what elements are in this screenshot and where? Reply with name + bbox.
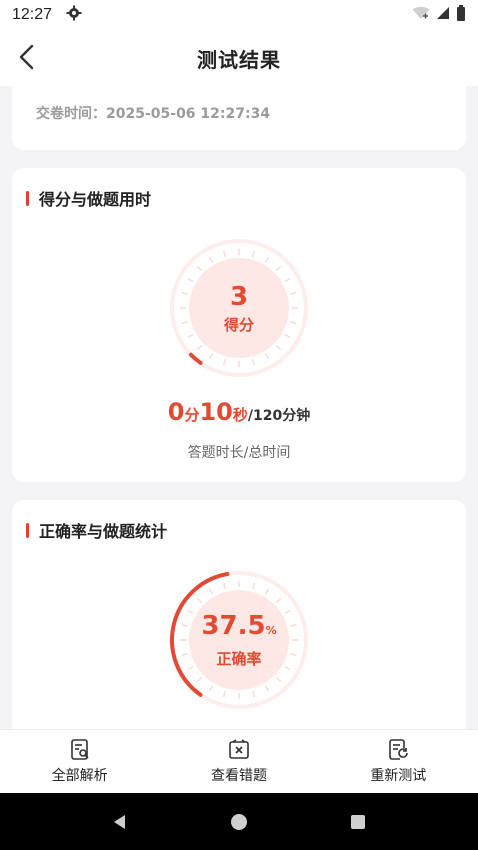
gauge-tick [187, 609, 194, 615]
gauge-tick [275, 597, 282, 604]
accuracy-card: 正确率与做题统计 37.5% 正确率 [12, 500, 466, 740]
score-gauge-center: 3 得分 [189, 258, 289, 358]
gauge-tick [208, 588, 214, 595]
status-icons [412, 5, 466, 25]
nav-back-triangle-icon [113, 814, 125, 829]
gauge-tick [181, 320, 189, 324]
gauge-tick [284, 333, 291, 339]
duration-readout: 0分10秒/120分钟 [12, 398, 466, 426]
duration-total: /120分钟 [247, 408, 311, 424]
accuracy-label: 正确率 [216, 650, 262, 668]
wrong-questions-icon [229, 739, 249, 759]
section-accent-bar [26, 190, 29, 206]
gauge-tick [289, 624, 297, 628]
gauge-tick [223, 358, 227, 366]
gauge-tick [284, 277, 291, 283]
gauge-tick [187, 333, 194, 339]
all-analysis-label: 全部解析 [51, 768, 108, 784]
gauge-tick [196, 676, 203, 683]
gauge-tick [289, 652, 297, 656]
page-title: 测试结果 [197, 47, 281, 72]
screen: 12:27 测试结果 交卷时间：2025-05-06 12:27:34 得分与做… [0, 0, 478, 850]
status-time: 12:27 [12, 6, 53, 23]
nav-home-button[interactable] [219, 802, 259, 842]
gauge-tick [187, 665, 194, 671]
bottom-action-bar: 全部解析 查看错题 重新测试 [0, 729, 478, 793]
duration-label: 答题时长/总时间 [187, 445, 291, 461]
gauge-tick [275, 676, 282, 683]
battery-icon [456, 5, 466, 25]
accuracy-section-title-text: 正确率与做题统计 [39, 522, 168, 541]
gauge-tick [208, 685, 214, 692]
view-wrong-questions-button[interactable]: 查看错题 [159, 730, 318, 793]
gauge-tick [275, 265, 282, 272]
chevron-left-icon [19, 44, 34, 70]
accuracy-value: 37.5 [201, 611, 266, 641]
system-nav-bar [0, 793, 478, 850]
duration-seconds: 10 [199, 398, 233, 426]
gauge-tick [196, 597, 203, 604]
gauge-tick [251, 690, 255, 698]
submit-time-text: 交卷时间：2025-05-06 12:27:34 [36, 106, 271, 122]
gauge-tick [264, 353, 270, 360]
view-wrong-questions-label: 查看错题 [210, 768, 267, 784]
accuracy-section-title: 正确率与做题统计 [26, 518, 167, 542]
duration-seconds-unit: 秒 [232, 406, 248, 424]
gauge-tick [264, 685, 270, 692]
gauge-tick [251, 582, 255, 590]
nav-recents-square-icon [351, 814, 366, 829]
accuracy-value-wrap: 37.5% [201, 611, 276, 646]
gauge-tick [196, 265, 203, 272]
gauge-tick [208, 353, 214, 360]
duration-minutes: 0 [167, 398, 185, 426]
all-analysis-button[interactable]: 全部解析 [0, 730, 159, 793]
gauge-tick [284, 609, 291, 615]
accuracy-gauge-center: 37.5% 正确率 [189, 590, 289, 690]
score-value: 3 [229, 281, 249, 312]
score-section-title: 得分与做题用时 [26, 186, 151, 210]
retest-button[interactable]: 重新测试 [319, 730, 478, 793]
score-progress-arc [188, 352, 203, 365]
nav-home-circle-icon [230, 813, 247, 830]
accuracy-gauge: 37.5% 正确率 [169, 570, 309, 710]
gauge-tick [223, 690, 227, 698]
signal-icon [436, 6, 450, 24]
score-section-title-text: 得分与做题用时 [39, 190, 152, 209]
gauge-tick [264, 588, 270, 595]
gauge-tick [181, 292, 189, 296]
score-label: 得分 [223, 315, 254, 334]
gauge-tick [181, 624, 189, 628]
settings-gear-icon [66, 5, 82, 25]
gauge-tick [251, 250, 255, 258]
gauge-tick [289, 292, 297, 296]
nav-recents-button[interactable] [338, 802, 378, 842]
gauge-tick [251, 358, 255, 366]
gauge-tick [187, 277, 194, 283]
score-gauge: 3 得分 [169, 238, 309, 378]
retest-icon [389, 739, 409, 760]
submit-info-card: 交卷时间：2025-05-06 12:27:34 [12, 76, 466, 150]
gauge-tick [223, 250, 227, 258]
gauge-tick [223, 582, 227, 590]
back-button[interactable] [14, 42, 42, 72]
gauge-tick [284, 665, 291, 671]
score-card: 得分与做题用时 3 得分 0分10秒/120分钟 答题时长/总时间 [12, 168, 466, 482]
gauge-tick [289, 320, 297, 324]
gauge-tick [275, 344, 282, 351]
nav-back-button[interactable] [100, 802, 140, 842]
retest-label: 重新测试 [370, 768, 427, 784]
section-accent-bar [26, 522, 29, 538]
wifi-icon [412, 6, 430, 24]
gauge-tick [196, 344, 203, 351]
analysis-icon [70, 739, 89, 760]
gauge-tick [264, 256, 270, 263]
accuracy-unit: % [265, 624, 277, 637]
gauge-tick [208, 256, 214, 263]
status-bar: 12:27 [0, 0, 478, 30]
duration-minutes-unit: 分 [184, 406, 200, 424]
gauge-tick [181, 652, 189, 656]
